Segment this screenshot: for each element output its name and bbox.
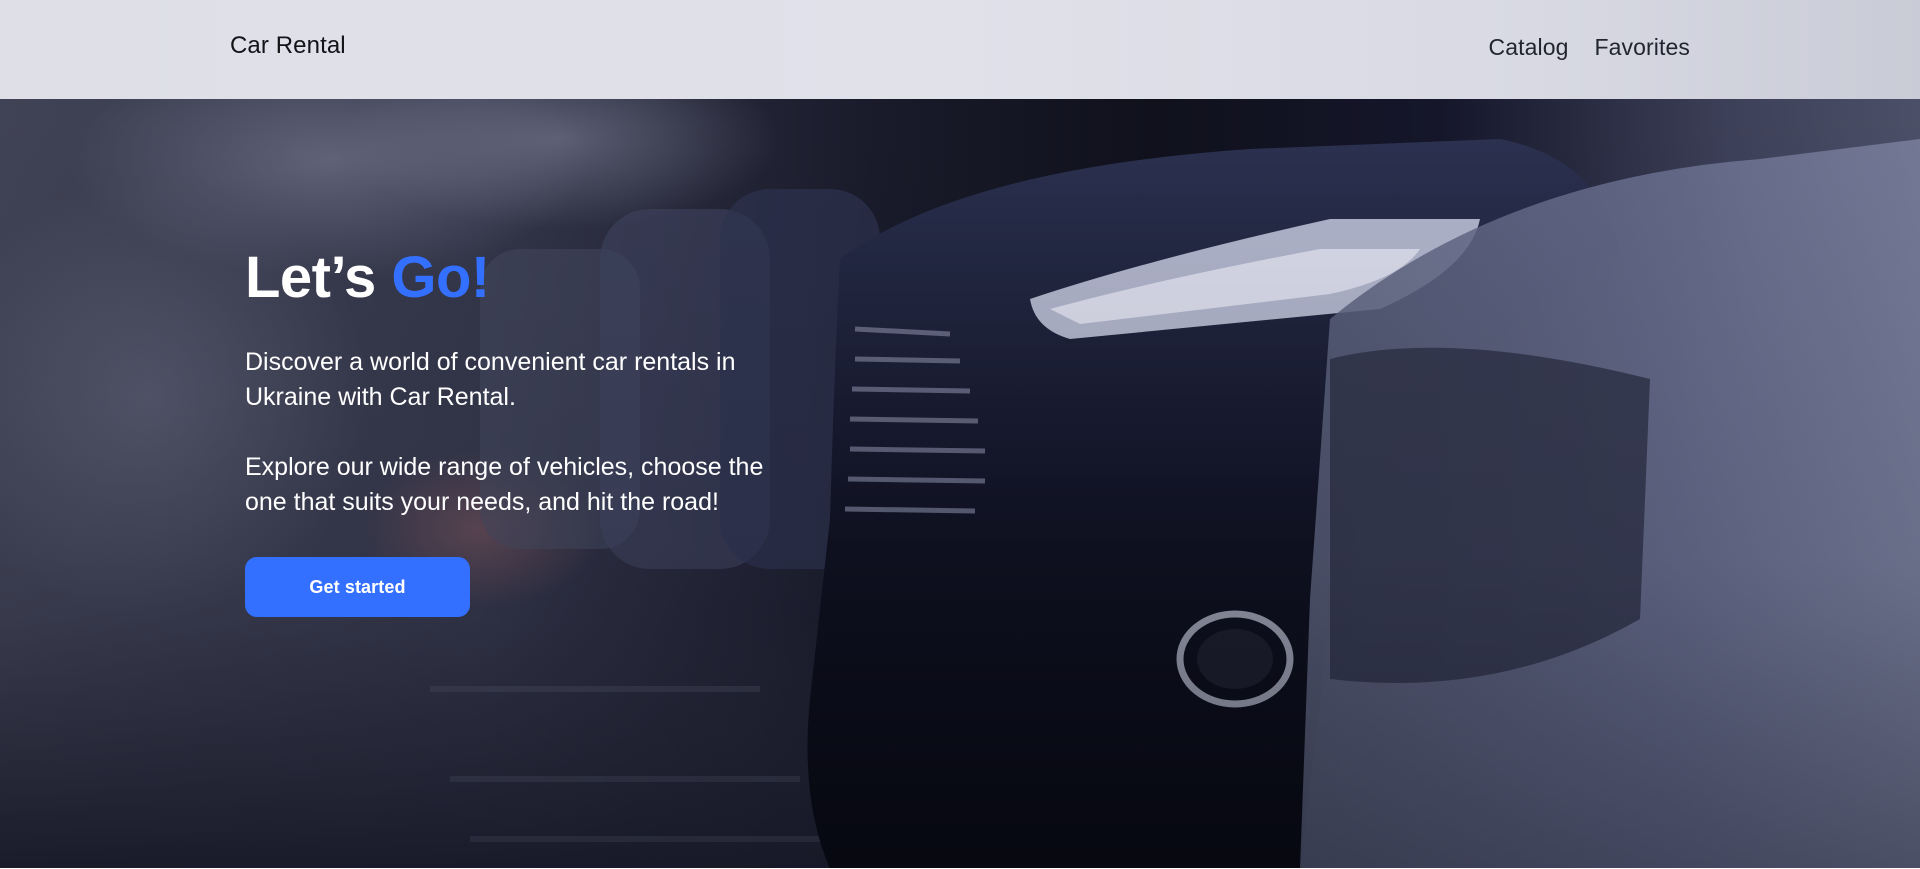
nav-link-favorites[interactable]: Favorites — [1595, 34, 1690, 61]
logo-link[interactable]: Car Rental — [230, 32, 346, 60]
get-started-button[interactable]: Get started — [245, 557, 470, 617]
hero-title-accent: Go! — [391, 245, 490, 310]
hero-paragraph-1: Discover a world of convenient car renta… — [245, 348, 736, 411]
site-header: Car Rental Catalog Favorites — [0, 0, 1920, 99]
main-nav: Catalog Favorites — [1489, 34, 1690, 61]
page: Car Rental Catalog Favorites Let’s Go! D… — [0, 0, 1920, 869]
hero-title: Let’s Go! — [245, 249, 765, 307]
hero-title-main: Let’s — [245, 245, 392, 310]
hero-content: Let’s Go! Discover a world of convenient… — [245, 249, 765, 617]
hero-section: Let’s Go! Discover a world of convenient… — [0, 99, 1920, 869]
hero-paragraph-2: Explore our wide range of vehicles, choo… — [245, 453, 764, 516]
nav-link-catalog[interactable]: Catalog — [1489, 34, 1569, 61]
